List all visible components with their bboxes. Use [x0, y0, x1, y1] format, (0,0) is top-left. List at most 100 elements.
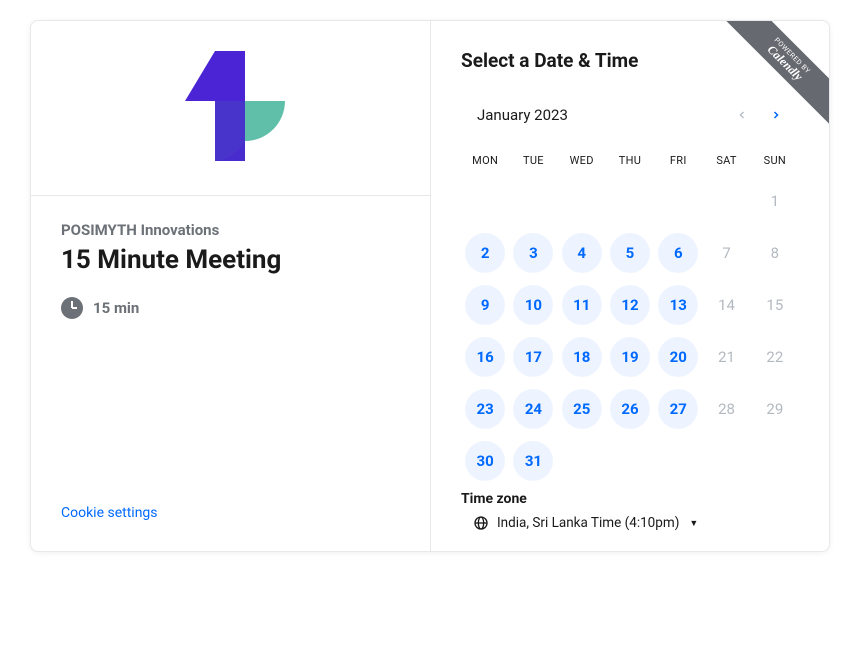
day-cell: 31 [509, 439, 557, 483]
day-cell [558, 179, 606, 223]
day-cell: 10 [509, 283, 557, 327]
right-panel: POWERED BY Calendly Select a Date & Time… [431, 21, 829, 551]
available-date-button[interactable]: 11 [562, 285, 602, 325]
day-cell: 24 [509, 387, 557, 431]
company-name: POSIMYTH Innovations [61, 221, 400, 239]
next-month-button[interactable] [759, 98, 793, 132]
unavailable-date: 22 [755, 337, 795, 377]
available-date-button[interactable]: 4 [562, 233, 602, 273]
available-date-button[interactable]: 30 [465, 441, 505, 481]
cookie-settings-link[interactable]: Cookie settings [61, 485, 400, 531]
day-cell [702, 179, 750, 223]
unavailable-date: 8 [755, 233, 795, 273]
select-heading: Select a Date & Time [461, 49, 799, 72]
day-cell: 13 [654, 283, 702, 327]
available-date-button[interactable]: 24 [513, 389, 553, 429]
available-date-button[interactable]: 20 [658, 337, 698, 377]
day-cell [509, 179, 557, 223]
available-date-button[interactable]: 3 [513, 233, 553, 273]
week-row: 9101112131415 [461, 283, 799, 327]
weekday-header: MONTUEWEDTHUFRISATSUN [461, 150, 799, 171]
week-row: 2345678 [461, 231, 799, 275]
day-cell [606, 439, 654, 483]
week-row: 1 [461, 179, 799, 223]
unavailable-date: 28 [707, 389, 747, 429]
day-cell: 20 [654, 335, 702, 379]
duration-row: 15 min [61, 297, 400, 319]
available-date-button[interactable]: 12 [610, 285, 650, 325]
day-cell: 9 [461, 283, 509, 327]
day-cell: 27 [654, 387, 702, 431]
week-row: 16171819202122 [461, 335, 799, 379]
left-panel: POSIMYTH Innovations 15 Minute Meeting 1… [31, 21, 431, 551]
available-date-button[interactable]: 5 [610, 233, 650, 273]
weekday-cell: THU [606, 150, 654, 171]
day-cell: 2 [461, 231, 509, 275]
meeting-title: 15 Minute Meeting [61, 245, 400, 275]
day-cell: 29 [751, 387, 799, 431]
day-cell [606, 179, 654, 223]
timezone-label: Time zone [461, 491, 799, 507]
week-row: 23242526272829 [461, 387, 799, 431]
day-cell: 11 [558, 283, 606, 327]
weekday-cell: SAT [702, 150, 750, 171]
day-cell: 22 [751, 335, 799, 379]
unavailable-date: 7 [707, 233, 747, 273]
available-date-button[interactable]: 23 [465, 389, 505, 429]
day-cell: 30 [461, 439, 509, 483]
caret-down-icon: ▼ [689, 518, 698, 529]
scheduler-card: POSIMYTH Innovations 15 Minute Meeting 1… [30, 20, 830, 552]
day-cell: 6 [654, 231, 702, 275]
globe-icon [473, 515, 489, 531]
available-date-button[interactable]: 18 [562, 337, 602, 377]
available-date-button[interactable]: 27 [658, 389, 698, 429]
day-cell: 16 [461, 335, 509, 379]
day-cell: 1 [751, 179, 799, 223]
company-logo-icon [171, 43, 291, 173]
unavailable-date: 29 [755, 389, 795, 429]
available-date-button[interactable]: 6 [658, 233, 698, 273]
weekday-cell: TUE [509, 150, 557, 171]
chevron-right-icon [770, 109, 782, 121]
timezone-selector[interactable]: India, Sri Lanka Time (4:10pm) ▼ [461, 515, 799, 531]
chevron-left-icon [736, 109, 748, 121]
day-cell [654, 179, 702, 223]
available-date-button[interactable]: 16 [465, 337, 505, 377]
day-cell [558, 439, 606, 483]
day-cell [461, 179, 509, 223]
available-date-button[interactable]: 19 [610, 337, 650, 377]
unavailable-date: 15 [755, 285, 795, 325]
calendar-body: 1234567891011121314151617181920212223242… [461, 179, 799, 483]
unavailable-date: 21 [707, 337, 747, 377]
month-label: January 2023 [467, 106, 725, 124]
week-row: 3031 [461, 439, 799, 483]
day-cell: 23 [461, 387, 509, 431]
day-cell: 17 [509, 335, 557, 379]
available-date-button[interactable]: 31 [513, 441, 553, 481]
weekday-cell: SUN [751, 150, 799, 171]
unavailable-date: 1 [755, 181, 795, 221]
day-cell: 12 [606, 283, 654, 327]
available-date-button[interactable]: 26 [610, 389, 650, 429]
available-date-button[interactable]: 9 [465, 285, 505, 325]
available-date-button[interactable]: 10 [513, 285, 553, 325]
day-cell: 19 [606, 335, 654, 379]
available-date-button[interactable]: 2 [465, 233, 505, 273]
timezone-value: India, Sri Lanka Time (4:10pm) [497, 515, 679, 531]
weekday-cell: MON [461, 150, 509, 171]
month-nav: January 2023 [461, 98, 799, 132]
duration-text: 15 min [93, 299, 139, 317]
available-date-button[interactable]: 13 [658, 285, 698, 325]
day-cell: 28 [702, 387, 750, 431]
day-cell [702, 439, 750, 483]
available-date-button[interactable]: 17 [513, 337, 553, 377]
day-cell: 15 [751, 283, 799, 327]
day-cell: 25 [558, 387, 606, 431]
day-cell [654, 439, 702, 483]
available-date-button[interactable]: 25 [562, 389, 602, 429]
day-cell [751, 439, 799, 483]
prev-month-button[interactable] [725, 98, 759, 132]
day-cell: 18 [558, 335, 606, 379]
day-cell: 14 [702, 283, 750, 327]
unavailable-date: 14 [707, 285, 747, 325]
